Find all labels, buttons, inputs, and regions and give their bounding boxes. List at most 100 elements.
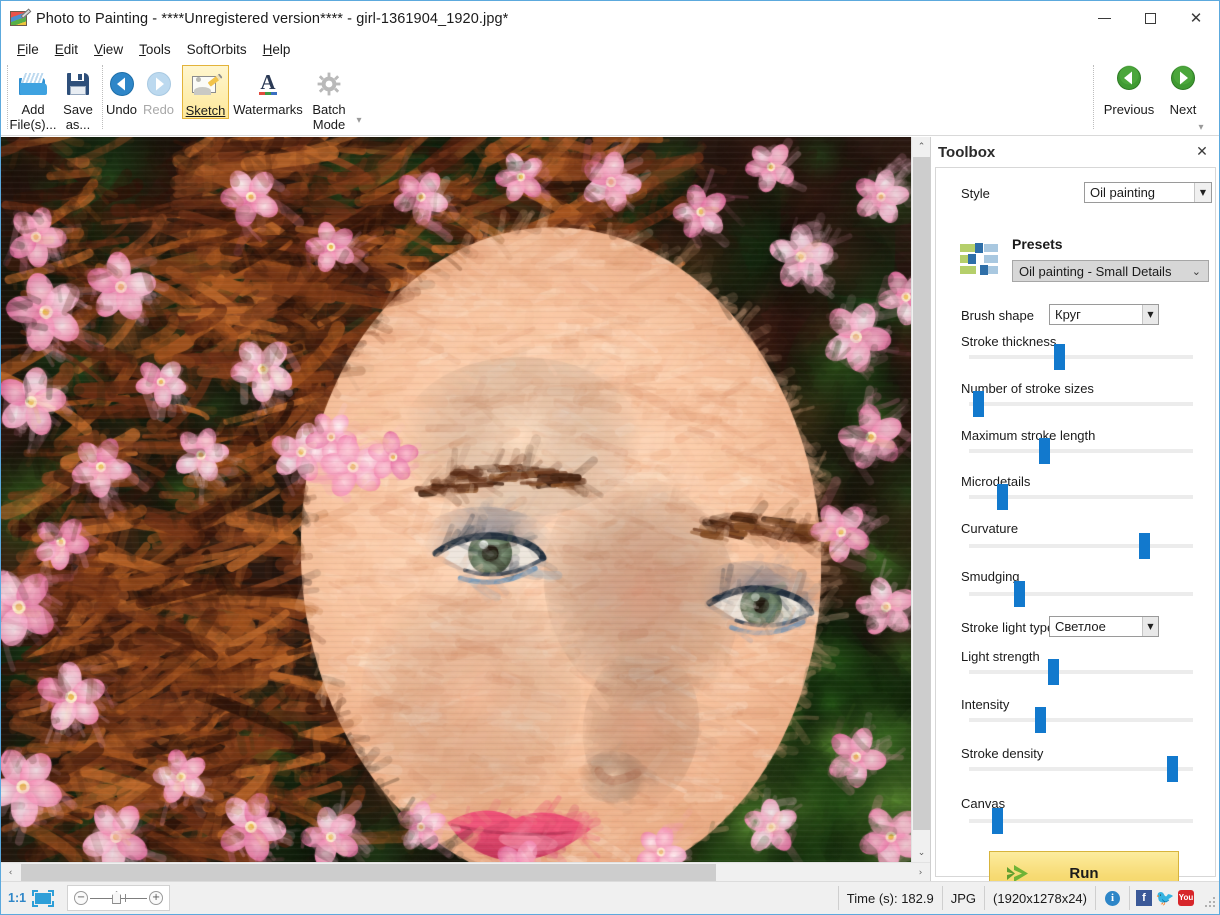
info-cell[interactable]: i bbox=[1096, 886, 1130, 910]
navigation-expand-icon[interactable]: ▾ bbox=[1195, 122, 1207, 134]
slider-thumb[interactable] bbox=[1014, 581, 1025, 607]
slider-number-of-stroke-sizes[interactable] bbox=[969, 391, 1193, 417]
slider-thumb[interactable] bbox=[1167, 756, 1178, 782]
painting-preview bbox=[1, 137, 911, 862]
slider-label-intensity: Intensity bbox=[961, 697, 1010, 712]
facebook-icon[interactable]: f bbox=[1136, 890, 1152, 906]
floppy-disk-icon bbox=[66, 69, 90, 99]
presets-value: Oil painting - Small Details bbox=[1019, 263, 1172, 279]
text-watermark-icon: A bbox=[259, 70, 277, 95]
canvas-vertical-scrollbar[interactable]: ⌃ ⌄ bbox=[911, 137, 930, 862]
stroke-light-type-select[interactable]: Светлое ▼ bbox=[1049, 616, 1159, 637]
title-bar: Photo to Painting - ****Unregistered ver… bbox=[1, 1, 1219, 37]
watermarks-button[interactable]: A Watermarks bbox=[230, 65, 306, 117]
maximize-button[interactable] bbox=[1127, 1, 1173, 35]
image-canvas[interactable] bbox=[1, 137, 911, 862]
style-label: Style bbox=[961, 186, 990, 201]
add-files-label: Add File(s)... bbox=[9, 102, 57, 132]
zoom-out-button[interactable]: − bbox=[74, 891, 89, 905]
menu-item-edit[interactable]: Edit bbox=[47, 40, 86, 59]
fit-to-screen-icon[interactable] bbox=[32, 889, 55, 907]
zoom-slider[interactable]: − + bbox=[67, 885, 171, 911]
toolbar-expand-icon[interactable]: ▾ bbox=[353, 115, 365, 127]
chevron-down-icon[interactable]: ⌄ bbox=[1192, 265, 1201, 278]
slider-thumb[interactable] bbox=[992, 808, 1003, 834]
zoom-controls: 1:1 bbox=[1, 885, 61, 911]
redo-label: Redo bbox=[142, 102, 175, 117]
status-bar: 1:1 − + Time (s): 182.9 JPG (1920x1278x2… bbox=[1, 881, 1219, 914]
add-files-button[interactable]: Add File(s)... bbox=[9, 65, 57, 132]
file-format: JPG bbox=[943, 886, 986, 910]
next-button[interactable]: Next bbox=[1155, 65, 1211, 117]
chevron-down-icon[interactable]: ▼ bbox=[1142, 617, 1158, 636]
slider-canvas[interactable] bbox=[969, 808, 1193, 834]
redo-button: Redo bbox=[141, 65, 176, 117]
chevron-down-icon[interactable]: ▼ bbox=[1194, 183, 1211, 202]
horizontal-scroll-thumb[interactable] bbox=[21, 864, 716, 881]
slider-thumb[interactable] bbox=[1048, 659, 1059, 685]
save-as-button[interactable]: Save as... bbox=[58, 65, 98, 132]
toolbox-close-icon[interactable]: ✕ bbox=[1194, 144, 1210, 160]
style-select[interactable]: Oil painting ▼ bbox=[1084, 182, 1212, 203]
slider-maximum-stroke-length[interactable] bbox=[969, 438, 1193, 464]
zoom-slider-thumb[interactable] bbox=[112, 891, 122, 904]
toolbox-panel: Toolbox ✕ Style Oil painting ▼ Presets O… bbox=[930, 137, 1219, 895]
sketch-icon bbox=[191, 70, 223, 100]
slider-label-maximum-stroke-length: Maximum stroke length bbox=[961, 428, 1096, 443]
slider-intensity[interactable] bbox=[969, 707, 1193, 733]
close-button[interactable]: ✕ bbox=[1173, 1, 1219, 35]
scroll-left-icon[interactable]: ‹ bbox=[1, 863, 20, 882]
presets-select[interactable]: Oil painting - Small Details ⌄ bbox=[1012, 260, 1209, 282]
menu-item-file[interactable]: File bbox=[9, 40, 47, 59]
canvas-horizontal-scrollbar[interactable]: ‹ › bbox=[1, 862, 930, 881]
style-value: Oil painting bbox=[1090, 185, 1156, 200]
vertical-scroll-thumb[interactable] bbox=[913, 157, 930, 830]
resize-grip[interactable] bbox=[1204, 896, 1216, 908]
info-icon[interactable]: i bbox=[1105, 890, 1120, 906]
sketch-label: Sketch bbox=[185, 103, 226, 118]
slider-thumb[interactable] bbox=[1039, 438, 1050, 464]
redo-arrow-icon bbox=[146, 69, 172, 99]
slider-stroke-thickness[interactable] bbox=[969, 344, 1193, 370]
previous-label: Previous bbox=[1103, 102, 1155, 117]
zoom-ratio-button[interactable]: 1:1 bbox=[8, 891, 26, 905]
application-window: Photo to Painting - ****Unregistered ver… bbox=[0, 0, 1220, 915]
youtube-icon[interactable]: You bbox=[1178, 890, 1194, 906]
twitter-icon[interactable]: 🐦 bbox=[1156, 890, 1175, 907]
menu-item-tools[interactable]: Tools bbox=[131, 40, 179, 59]
brush-shape-select[interactable]: Круг ▼ bbox=[1049, 304, 1159, 325]
chevron-down-icon[interactable]: ▼ bbox=[1142, 305, 1158, 324]
image-dimensions: (1920x1278x24) bbox=[985, 886, 1096, 910]
slider-label-smudging: Smudging bbox=[961, 569, 1020, 584]
slider-microdetails[interactable] bbox=[969, 484, 1193, 510]
sketch-button[interactable]: Sketch bbox=[182, 65, 229, 119]
toolbox-header: Toolbox ✕ bbox=[931, 137, 1219, 167]
slider-smudging[interactable] bbox=[969, 581, 1193, 607]
slider-thumb[interactable] bbox=[997, 484, 1008, 510]
batch-mode-button[interactable]: Batch Mode bbox=[307, 65, 351, 132]
slider-curvature[interactable] bbox=[969, 533, 1193, 559]
slider-label-microdetails: Microdetails bbox=[961, 474, 1031, 489]
presets-label: Presets bbox=[1012, 236, 1063, 252]
slider-thumb[interactable] bbox=[973, 391, 984, 417]
menu-item-softorbits[interactable]: SoftOrbits bbox=[179, 40, 255, 59]
scroll-up-icon[interactable]: ⌃ bbox=[912, 137, 931, 156]
slider-stroke-density[interactable] bbox=[969, 756, 1193, 782]
slider-thumb[interactable] bbox=[1054, 344, 1065, 370]
slider-thumb[interactable] bbox=[1139, 533, 1150, 559]
main-toolbar: Add File(s)... Save as... Undo Redo Sket… bbox=[1, 61, 1219, 136]
slider-thumb[interactable] bbox=[1035, 707, 1046, 733]
scroll-down-icon[interactable]: ⌄ bbox=[912, 843, 931, 862]
zoom-in-button[interactable]: + bbox=[149, 891, 164, 905]
minimize-button[interactable] bbox=[1081, 1, 1127, 35]
menu-item-view[interactable]: View bbox=[86, 40, 131, 59]
menu-bar: File Edit View Tools SoftOrbits Help bbox=[1, 37, 1219, 61]
status-right-group: Time (s): 182.9 JPG (1920x1278x24) i f 🐦… bbox=[837, 885, 1219, 911]
processing-time: Time (s): 182.9 bbox=[837, 886, 943, 910]
scroll-right-icon[interactable]: › bbox=[911, 863, 930, 882]
menu-item-help[interactable]: Help bbox=[255, 40, 299, 59]
slider-light-strength[interactable] bbox=[969, 659, 1193, 685]
undo-button[interactable]: Undo bbox=[104, 65, 139, 117]
toolbox-body: Style Oil painting ▼ Presets Oil paintin… bbox=[935, 167, 1216, 895]
previous-button[interactable]: Previous bbox=[1101, 65, 1157, 117]
